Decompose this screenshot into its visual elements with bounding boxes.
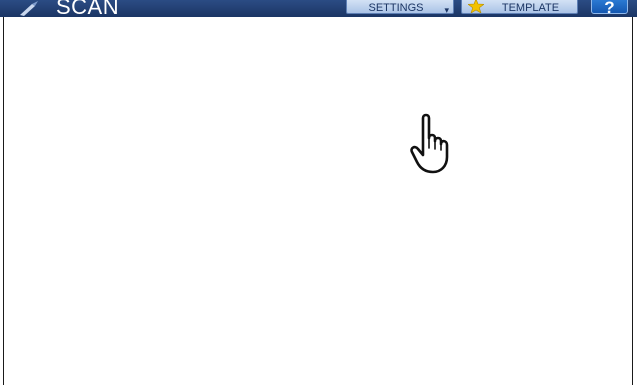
settings-button-label: SETTINGS [368, 2, 424, 14]
chevron-down-icon: ▾ [444, 5, 449, 15]
template-button-label: TEMPLATE [501, 2, 560, 14]
settings-button[interactable]: SETTINGS ▾ [346, 0, 454, 15]
top-bar: SCAN SETTINGS ▾ TEMPLATE ? [0, 0, 637, 17]
help-button[interactable]: ? [591, 0, 628, 17]
content-area [3, 17, 633, 385]
scan-pen-icon [18, 0, 40, 17]
template-button[interactable]: TEMPLATE [461, 0, 578, 14]
pointing-hand-icon [409, 112, 461, 174]
scan-screen: SCAN SETTINGS ▾ TEMPLATE ? [0, 0, 637, 385]
star-icon [467, 0, 485, 14]
page-title: SCAN [56, 0, 120, 17]
